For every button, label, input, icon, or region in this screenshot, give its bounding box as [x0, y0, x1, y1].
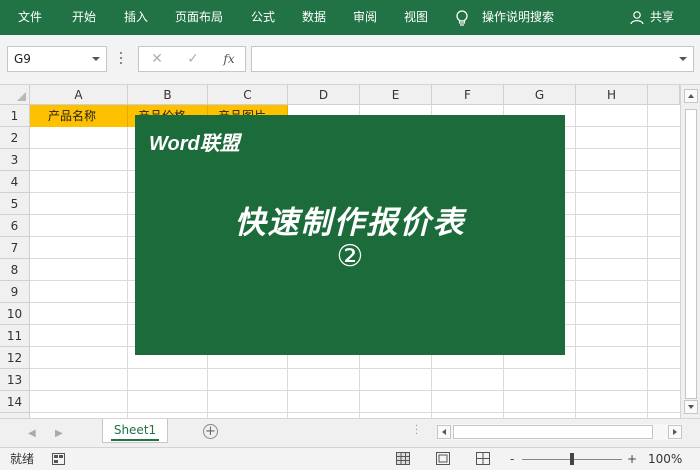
column-header-partial	[648, 85, 680, 105]
row-header-12[interactable]: 12	[0, 347, 30, 369]
zoom-level[interactable]: 100%	[648, 448, 682, 470]
prev-sheet-icon[interactable]: ◀	[28, 428, 36, 439]
page-break-view-icon[interactable]	[476, 452, 490, 465]
sheet-tab-sheet1[interactable]: Sheet1	[102, 419, 168, 443]
scroll-down-icon[interactable]	[684, 400, 698, 414]
row-header-1[interactable]: 1	[0, 105, 30, 127]
formula-bar: G9 ✕ ✓ fx	[0, 35, 700, 85]
enter-icon[interactable]: ✓	[181, 47, 205, 71]
page-layout-view-icon[interactable]	[436, 452, 450, 465]
zoom-slider-knob[interactable]	[570, 453, 574, 465]
row-header-14[interactable]: 14	[0, 391, 30, 413]
row-header-6[interactable]: 6	[0, 215, 30, 237]
next-sheet-icon[interactable]: ▶	[55, 428, 63, 439]
row-header-10[interactable]: 10	[0, 303, 30, 325]
column-header-e[interactable]: E	[360, 85, 432, 105]
horizontal-scrollbar[interactable]	[437, 424, 682, 440]
tab-data[interactable]: 数据	[302, 0, 326, 35]
macro-record-icon[interactable]	[52, 453, 65, 465]
sheet-tabs-bar: ◀ ▶ Sheet1 + · · ·	[0, 418, 700, 447]
column-header-d[interactable]: D	[288, 85, 360, 105]
lightbulb-icon	[456, 10, 468, 26]
excel-window: 文件 开始 插入 页面布局 公式 数据 审阅 视图 操作说明搜索 共享 G9 ✕	[0, 0, 700, 470]
tab-home[interactable]: 开始	[72, 0, 96, 35]
column-header-f[interactable]: F	[432, 85, 504, 105]
vertical-scrollbar[interactable]	[680, 85, 700, 418]
status-ready: 就绪	[10, 452, 35, 466]
column-header-c[interactable]: C	[208, 85, 288, 105]
tab-page-layout[interactable]: 页面布局	[175, 0, 223, 35]
tell-me-search[interactable]: 操作说明搜索	[482, 0, 554, 35]
row-header-7[interactable]: 7	[0, 237, 30, 259]
person-icon	[630, 11, 644, 25]
zoom-in-button[interactable]: +	[627, 448, 637, 470]
chevron-down-icon[interactable]	[92, 57, 100, 61]
splitter-dots[interactable]	[120, 52, 123, 66]
ribbon-menubar: 文件 开始 插入 页面布局 公式 数据 审阅 视图 操作说明搜索 共享	[0, 0, 700, 35]
tab-splitter-dots[interactable]: · · ·	[415, 422, 418, 440]
column-header-b[interactable]: B	[128, 85, 208, 105]
scroll-up-icon[interactable]	[684, 89, 698, 103]
expand-formula-icon[interactable]	[679, 57, 687, 61]
scroll-right-icon[interactable]	[668, 425, 682, 439]
row-header-3[interactable]: 3	[0, 149, 30, 171]
normal-view-icon[interactable]	[396, 452, 410, 465]
row-header-5[interactable]: 5	[0, 193, 30, 215]
column-header-g[interactable]: G	[504, 85, 576, 105]
vertical-scroll-thumb[interactable]	[685, 109, 697, 399]
tab-formulas[interactable]: 公式	[251, 0, 275, 35]
column-header-h[interactable]: H	[576, 85, 648, 105]
gridline	[647, 105, 648, 418]
tab-review[interactable]: 审阅	[353, 0, 377, 35]
select-all-corner[interactable]	[0, 85, 30, 105]
title-banner: Word联盟 快速制作报价表 ②	[135, 115, 565, 355]
gridline	[127, 105, 128, 418]
horizontal-scroll-thumb[interactable]	[453, 425, 653, 439]
add-sheet-icon[interactable]: +	[203, 424, 218, 439]
zoom-out-button[interactable]: -	[510, 448, 514, 470]
banner-title: 快速制作报价表	[234, 205, 466, 241]
gridline	[575, 105, 576, 418]
row-header-2[interactable]: 2	[0, 127, 30, 149]
name-box-value: G9	[14, 52, 31, 66]
cell-a1[interactable]: 产品名称	[30, 105, 128, 127]
banner-number: ②	[336, 239, 364, 274]
formula-buttons: ✕ ✓ fx	[138, 46, 246, 72]
row-header-4[interactable]: 4	[0, 171, 30, 193]
status-bar: 就绪 - + 100%	[0, 447, 700, 470]
share-label: 共享	[650, 10, 675, 24]
tab-insert[interactable]: 插入	[124, 0, 148, 35]
gridline	[30, 390, 680, 391]
brand-logo: Word联盟	[149, 133, 240, 155]
scroll-left-icon[interactable]	[437, 425, 451, 439]
insert-function-icon[interactable]: fx	[217, 47, 241, 71]
row-header-9[interactable]: 9	[0, 281, 30, 303]
tab-file[interactable]: 文件	[18, 0, 42, 35]
name-box[interactable]: G9	[7, 46, 107, 72]
row-header-11[interactable]: 11	[0, 325, 30, 347]
tab-view[interactable]: 视图	[404, 0, 428, 35]
gridline	[30, 368, 680, 369]
formula-input[interactable]	[251, 46, 694, 72]
row-header-8[interactable]: 8	[0, 259, 30, 281]
cancel-icon[interactable]: ✕	[145, 47, 169, 71]
gridline	[30, 412, 680, 413]
column-header-a[interactable]: A	[30, 85, 128, 105]
row-header-13[interactable]: 13	[0, 369, 30, 391]
